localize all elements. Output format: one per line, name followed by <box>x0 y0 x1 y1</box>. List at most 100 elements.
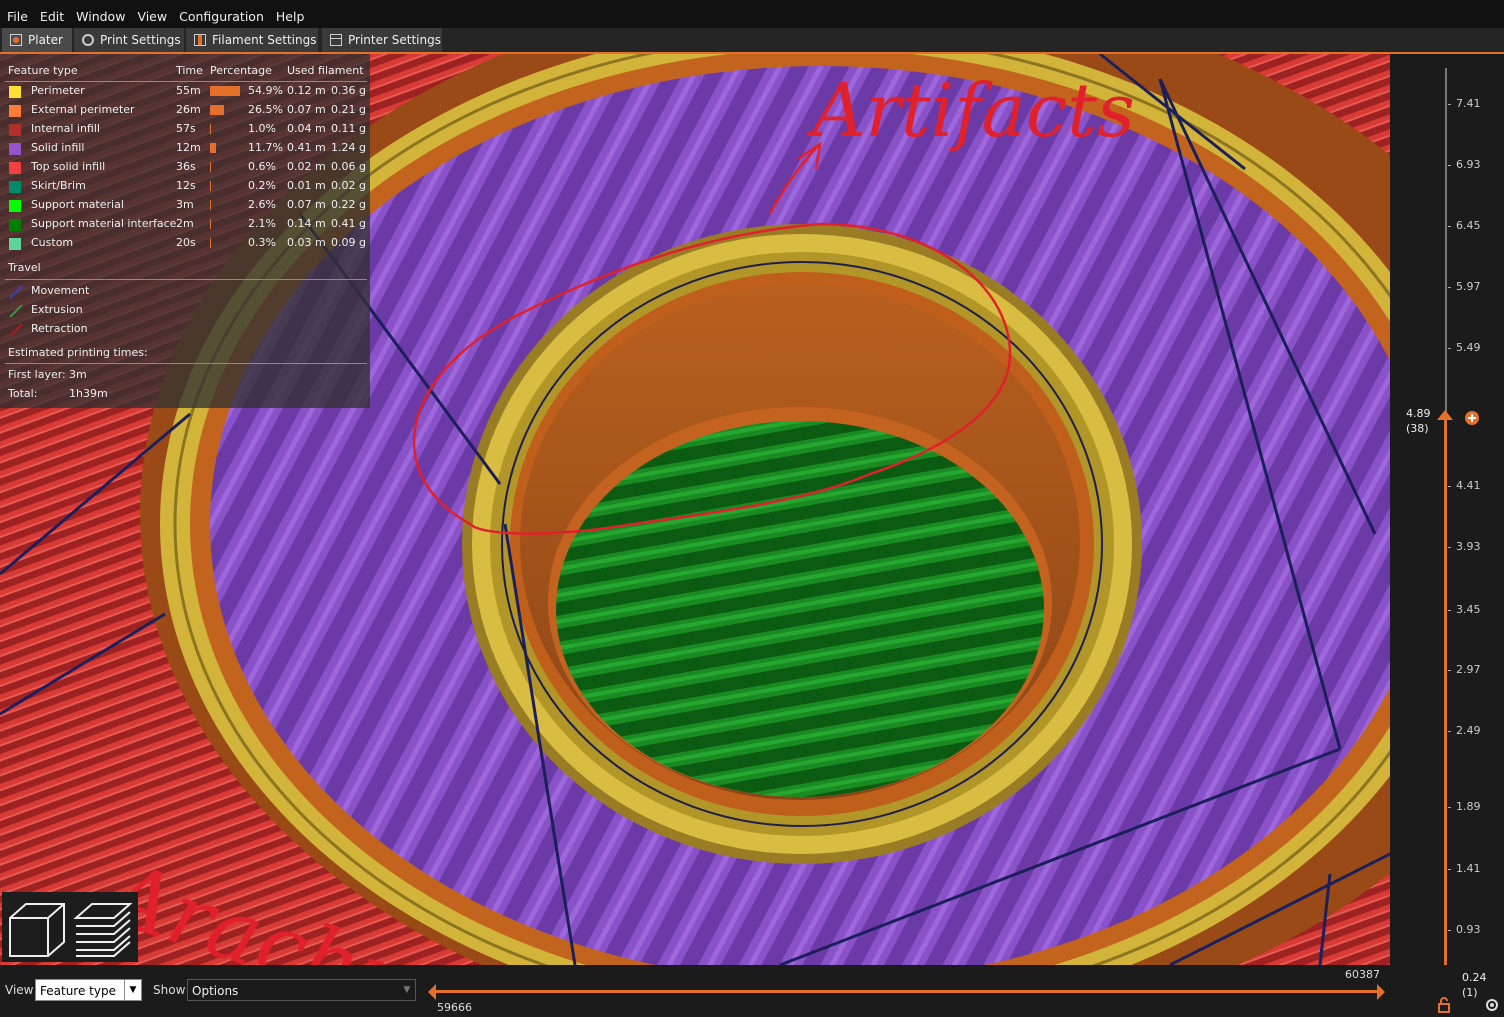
legend-travel-title: Travel <box>8 261 41 274</box>
tab-plater[interactable]: Plater <box>2 28 72 52</box>
legend-row: Top solid infill 36s 0.6% 0.02 m 0.06 g <box>0 158 370 177</box>
legend-row: Custom 20s 0.3% 0.03 m 0.09 g <box>0 234 370 253</box>
legend-used-weight: 0.06 g <box>331 160 366 173</box>
legend-swatch <box>9 219 21 231</box>
legend-feature-name: Top solid infill <box>31 160 106 173</box>
tab-printer-settings[interactable]: Printer Settings <box>322 28 442 52</box>
gear-icon[interactable] <box>1484 997 1500 1013</box>
legend-row: Support material 3m 2.6% 0.07 m 0.22 g <box>0 196 370 215</box>
legend-time: 57s <box>176 122 196 135</box>
menu-view[interactable]: View <box>131 6 173 28</box>
legend-time: 12m <box>176 141 201 154</box>
menu-file[interactable]: File <box>0 6 34 28</box>
legend-feature-name: Custom <box>31 236 74 249</box>
legend-header-feature: Feature type <box>8 64 78 77</box>
legend-percentage-bar <box>210 219 211 229</box>
legend-percentage: 0.3% <box>248 236 276 249</box>
legend-time: 26m <box>176 103 201 116</box>
layers-view-icon[interactable] <box>72 898 134 960</box>
bottom-toolbar: View Feature type ▼ Show Options ▼ 60387… <box>0 965 1504 1017</box>
legend-divider <box>5 363 367 364</box>
menu-edit[interactable]: Edit <box>34 6 70 28</box>
layer-vertical-slider[interactable]: 7.41 6.93 6.45 5.97 5.49 4.41 3.93 3.45 2.97 2.49… <box>1390 54 1504 993</box>
upper-value: 4.89 <box>1406 407 1431 420</box>
legend-percentage: 54.9% <box>248 84 283 97</box>
3d-view-cube-icon[interactable] <box>6 898 68 960</box>
legend-percentage-bar <box>210 124 211 134</box>
legend-percentage: 1.0% <box>248 122 276 135</box>
legend-used-weight: 0.22 g <box>331 198 366 211</box>
legend-feature-name: Internal infill <box>31 122 100 135</box>
slider-tick-label: 2.97 <box>1456 663 1481 676</box>
menu-window[interactable]: Window <box>70 6 131 28</box>
lower-layer: (1) <box>1462 986 1478 999</box>
h-slider-lower-value: 59666 <box>437 1001 472 1014</box>
print-settings-icon <box>82 34 94 46</box>
legend-time: 36s <box>176 160 196 173</box>
legend-percentage: 0.6% <box>248 160 276 173</box>
filament-settings-icon <box>194 34 206 46</box>
h-slider-left-thumb[interactable] <box>426 983 438 1001</box>
first-layer-value: 3m <box>69 368 87 381</box>
legend-used-weight: 0.02 g <box>331 179 366 192</box>
horizontal-slider-track[interactable] <box>433 990 1380 993</box>
legend-time: 2m <box>176 217 194 230</box>
slider-tick-label: 7.41 <box>1456 97 1481 110</box>
legend-used-length: 0.07 m <box>287 103 326 116</box>
chevron-down-icon: ▼ <box>403 985 411 995</box>
first-layer-label: First layer: <box>8 368 66 381</box>
legend-used-weight: 0.11 g <box>331 122 366 135</box>
support-interface-bottom <box>556 421 1044 797</box>
view-type-dropdown[interactable]: Feature type ▼ <box>35 979 142 1001</box>
legend-used-weight: 0.21 g <box>331 103 366 116</box>
legend-panel: Feature type Time Percentage Used filame… <box>0 54 370 408</box>
add-color-change-button[interactable] <box>1464 410 1480 426</box>
legend-header-time: Time <box>176 64 203 77</box>
lock-icon[interactable] <box>1437 997 1451 1013</box>
movement-swatch <box>9 285 23 299</box>
legend-feature-name: External perimeter <box>31 103 135 116</box>
legend-used-weight: 0.36 g <box>331 84 366 97</box>
menu-help[interactable]: Help <box>270 6 311 28</box>
upper-thumb[interactable] <box>1436 408 1454 422</box>
legend-percentage-bar <box>210 143 216 153</box>
legend-row: External perimeter 26m 26.5% 0.07 m 0.21 g <box>0 101 370 120</box>
slider-tick-mark <box>1448 547 1451 548</box>
slider-track-upper <box>1445 68 1447 416</box>
legend-percentage-bar <box>210 105 224 115</box>
lower-value: 0.24 <box>1462 971 1487 984</box>
menu-configuration[interactable]: Configuration <box>173 6 270 28</box>
printer-settings-icon <box>330 34 342 46</box>
legend-swatch <box>9 124 21 136</box>
upper-layer: (38) <box>1406 422 1429 435</box>
artifacts-annotation-label: Artifacts <box>812 68 1135 154</box>
legend-travel-movement: Movement <box>31 284 90 297</box>
slider-tick-mark <box>1448 226 1451 227</box>
show-label: Show <box>153 983 186 997</box>
legend-swatch <box>9 86 21 98</box>
slider-tick-label: 4.41 <box>1456 479 1481 492</box>
legend-time: 55m <box>176 84 201 97</box>
legend-used-weight: 0.41 g <box>331 217 366 230</box>
slider-tick-mark <box>1448 670 1451 671</box>
legend-used-length: 0.07 m <box>287 198 326 211</box>
slider-tick-mark <box>1448 930 1451 931</box>
legend-swatch <box>9 162 21 174</box>
legend-feature-name: Support material interface <box>31 217 177 230</box>
slider-tick-label: 5.97 <box>1456 280 1481 293</box>
view-label: View <box>5 983 34 997</box>
slider-tick-label: 3.93 <box>1456 540 1481 553</box>
legend-used-length: 0.02 m <box>287 160 326 173</box>
legend-percentage-bar <box>210 162 211 172</box>
legend-travel-retraction: Retraction <box>31 322 88 335</box>
tab-filament-settings[interactable]: Filament Settings <box>186 28 318 52</box>
legend-feature-name: Solid infill <box>31 141 85 154</box>
show-options-value: Options <box>192 984 239 998</box>
show-options-dropdown[interactable]: Options ▼ <box>187 979 416 1001</box>
legend-row: Internal infill 57s 1.0% 0.04 m 0.11 g <box>0 120 370 139</box>
slider-tick-mark <box>1448 869 1451 870</box>
h-slider-right-thumb[interactable] <box>1375 983 1387 1001</box>
retraction-swatch <box>9 323 23 337</box>
tab-print-settings[interactable]: Print Settings <box>74 28 184 52</box>
legend-used-length: 0.03 m <box>287 236 326 249</box>
